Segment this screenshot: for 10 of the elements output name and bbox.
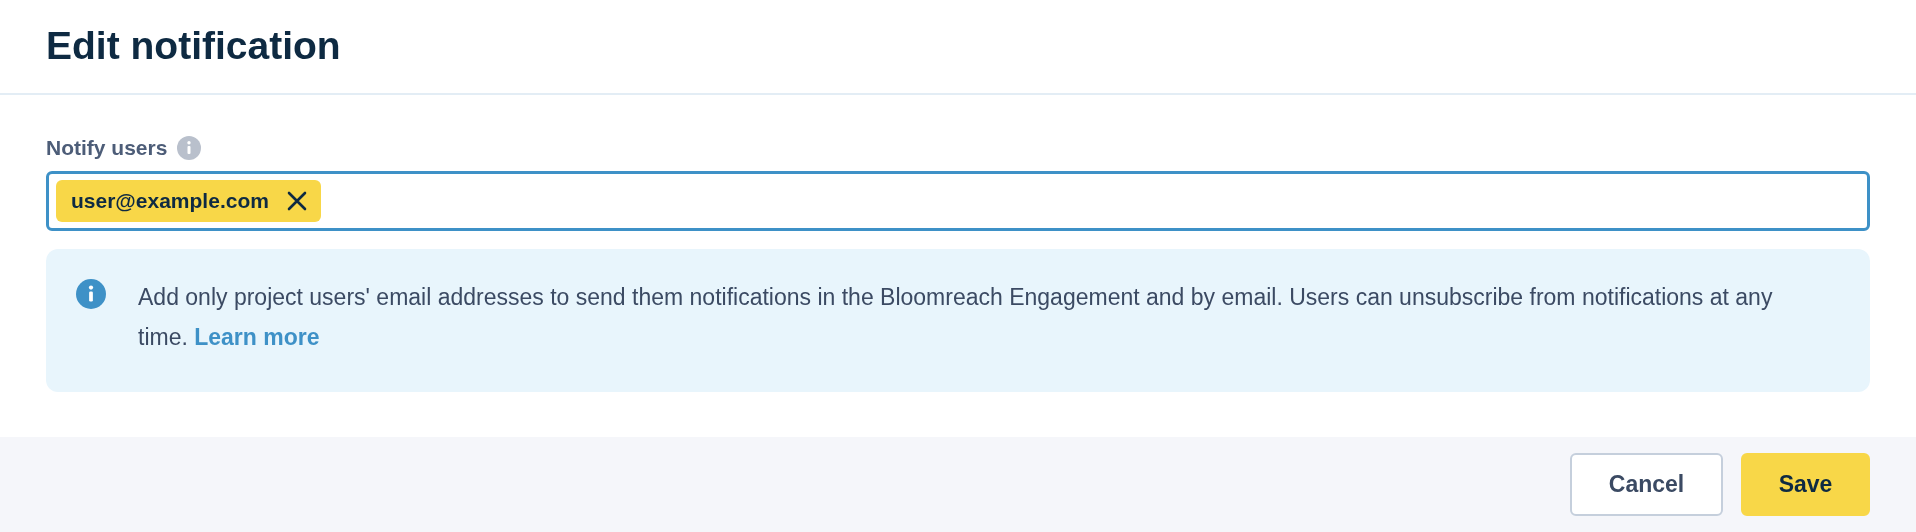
save-button[interactable]: Save [1741,453,1870,516]
info-icon [177,136,202,160]
info-icon [76,279,106,309]
info-text: Add only project users' email addresses to send them notifications in the Bloomreach Engagement and by email. Users can unsubscribe from notifications at any time. Learn more [138,283,1774,352]
email-input-field[interactable]: user@example.com [46,171,1870,231]
field-label: Notify users [46,135,168,162]
dialog-title: Edit notification [46,23,341,70]
close-icon[interactable] [286,191,307,211]
tag-text: user@example.com [71,188,269,215]
cancel-button[interactable]: Cancel [1570,453,1723,516]
